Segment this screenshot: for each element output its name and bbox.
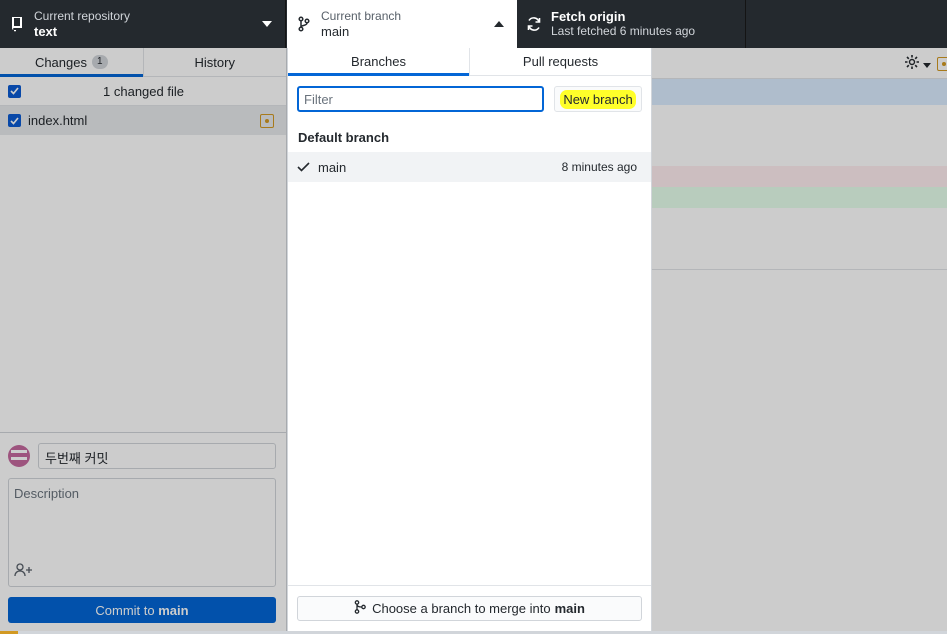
chevron-down-icon (249, 21, 285, 27)
default-branch-heading: Default branch (298, 130, 390, 145)
repo-label: Current repository (34, 9, 131, 23)
app-toolbar: Current repository text Current branch m… (0, 0, 947, 48)
tab-branches[interactable]: Branches (288, 48, 469, 76)
merge-branch: main (554, 601, 585, 616)
fetch-origin-button[interactable]: Fetch origin Last fetched 6 minutes ago (517, 0, 746, 48)
branch-name: main (321, 24, 350, 39)
repo-text: Current repository text (34, 9, 249, 39)
repo-icon (0, 16, 34, 32)
fetch-status: Last fetched 6 minutes ago (551, 24, 696, 38)
branch-label: Current branch (321, 9, 402, 23)
git-branch-icon (287, 16, 321, 32)
branch-name: main (318, 159, 347, 175)
merge-prefix: Choose a branch to merge into (372, 601, 551, 616)
chevron-up-icon (481, 21, 517, 27)
branch-text: Current branch main (321, 9, 481, 39)
branch-dropdown-tabs: Branches Pull requests (288, 48, 651, 76)
current-branch-button[interactable]: Current branch main (287, 0, 517, 48)
filter-row: New branch (297, 86, 642, 112)
new-branch-label: New branch (560, 89, 636, 109)
branch-dropdown-footer: Choose a branch to merge into main (288, 585, 651, 631)
branch-dropdown: Branches Pull requests New branch Defaul… (287, 48, 652, 631)
git-merge-icon (354, 600, 366, 617)
current-repository-button[interactable]: Current repository text (0, 0, 286, 48)
merge-into-branch-button[interactable]: Choose a branch to merge into main (297, 596, 642, 621)
branch-updated-time: 8 minutes ago (561, 160, 637, 174)
tab-pull-requests[interactable]: Pull requests (469, 48, 651, 75)
sync-icon (517, 16, 551, 32)
new-branch-button[interactable]: New branch (554, 86, 642, 112)
branch-filter-input[interactable] (297, 86, 544, 112)
repo-name: text (34, 24, 58, 39)
fetch-text: Fetch origin Last fetched 6 minutes ago (551, 9, 745, 39)
check-icon (288, 162, 318, 172)
branch-list-item[interactable]: main 8 minutes ago (288, 152, 651, 182)
fetch-label: Fetch origin (551, 9, 626, 24)
